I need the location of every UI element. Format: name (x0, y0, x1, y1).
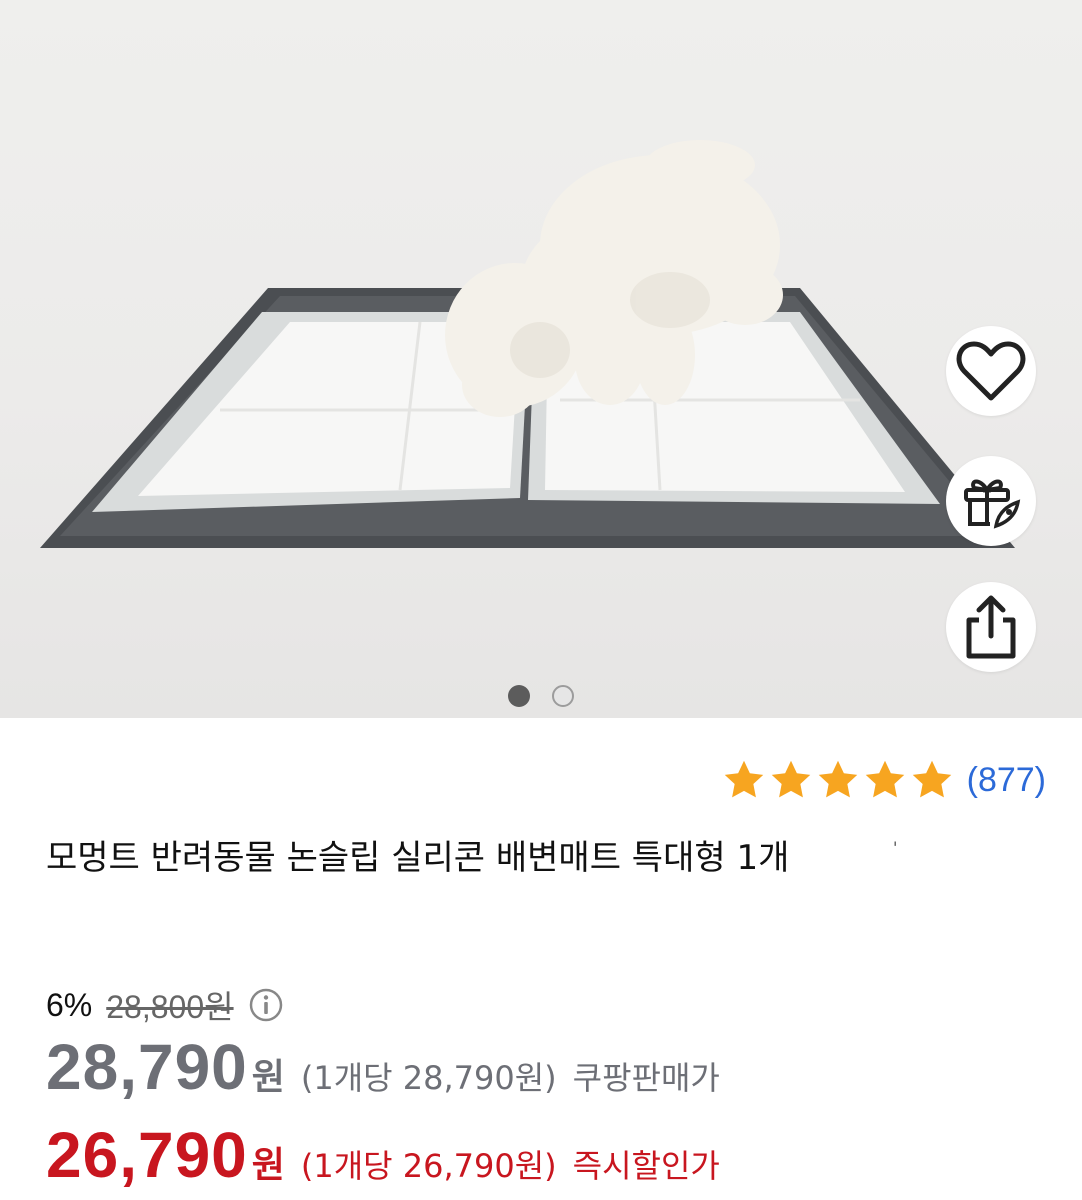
original-price: 28,800원 (106, 989, 234, 1025)
gift-button[interactable] (946, 456, 1036, 546)
star-icon (771, 760, 810, 798)
product-title: 모멍트 반려동물 논슬립 실리콘 배변매트 특대형 1개 (46, 838, 790, 878)
star-icon (865, 760, 904, 798)
share-button[interactable] (946, 582, 1036, 672)
gallery-dot[interactable] (552, 685, 574, 707)
info-icon[interactable] (248, 987, 284, 1023)
star-icon (818, 760, 857, 798)
sale-unit-price: (1개당 26,790원) (300, 1147, 557, 1185)
title-mark: ' (893, 838, 898, 857)
gift-rocket-icon (964, 479, 1021, 529)
share-icon (966, 595, 1016, 659)
base-price-row: 28,790 원 (1개당 28,790원) 쿠팡판매가 (46, 1030, 720, 1104)
base-price: 28,790 (46, 1031, 248, 1103)
product-image-gallery[interactable] (0, 0, 1082, 718)
base-unit-price: (1개당 28,790원) (300, 1059, 557, 1097)
product-photo (40, 140, 1015, 548)
review-count-link[interactable]: (877) (967, 761, 1046, 800)
discount-row: 6% 28,800원 (46, 982, 284, 1028)
sale-price: 26,790 (46, 1119, 248, 1191)
sale-price-unit: 원 (251, 1145, 285, 1186)
heart-icon (956, 341, 1026, 401)
star-icon (912, 760, 951, 798)
sale-price-row: 26,790 원 (1개당 26,790원) 즉시할인가 (46, 1118, 720, 1192)
rating[interactable]: (877) (722, 758, 1046, 802)
gallery-pagination[interactable] (508, 685, 574, 707)
base-price-unit: 원 (251, 1057, 285, 1098)
sale-price-label: 즉시할인가 (572, 1147, 720, 1185)
gallery-dot-active[interactable] (508, 685, 530, 707)
like-button[interactable] (946, 326, 1036, 416)
discount-rate: 6% (46, 986, 93, 1023)
base-price-label: 쿠팡판매가 (572, 1059, 720, 1097)
star-icon (724, 760, 763, 798)
